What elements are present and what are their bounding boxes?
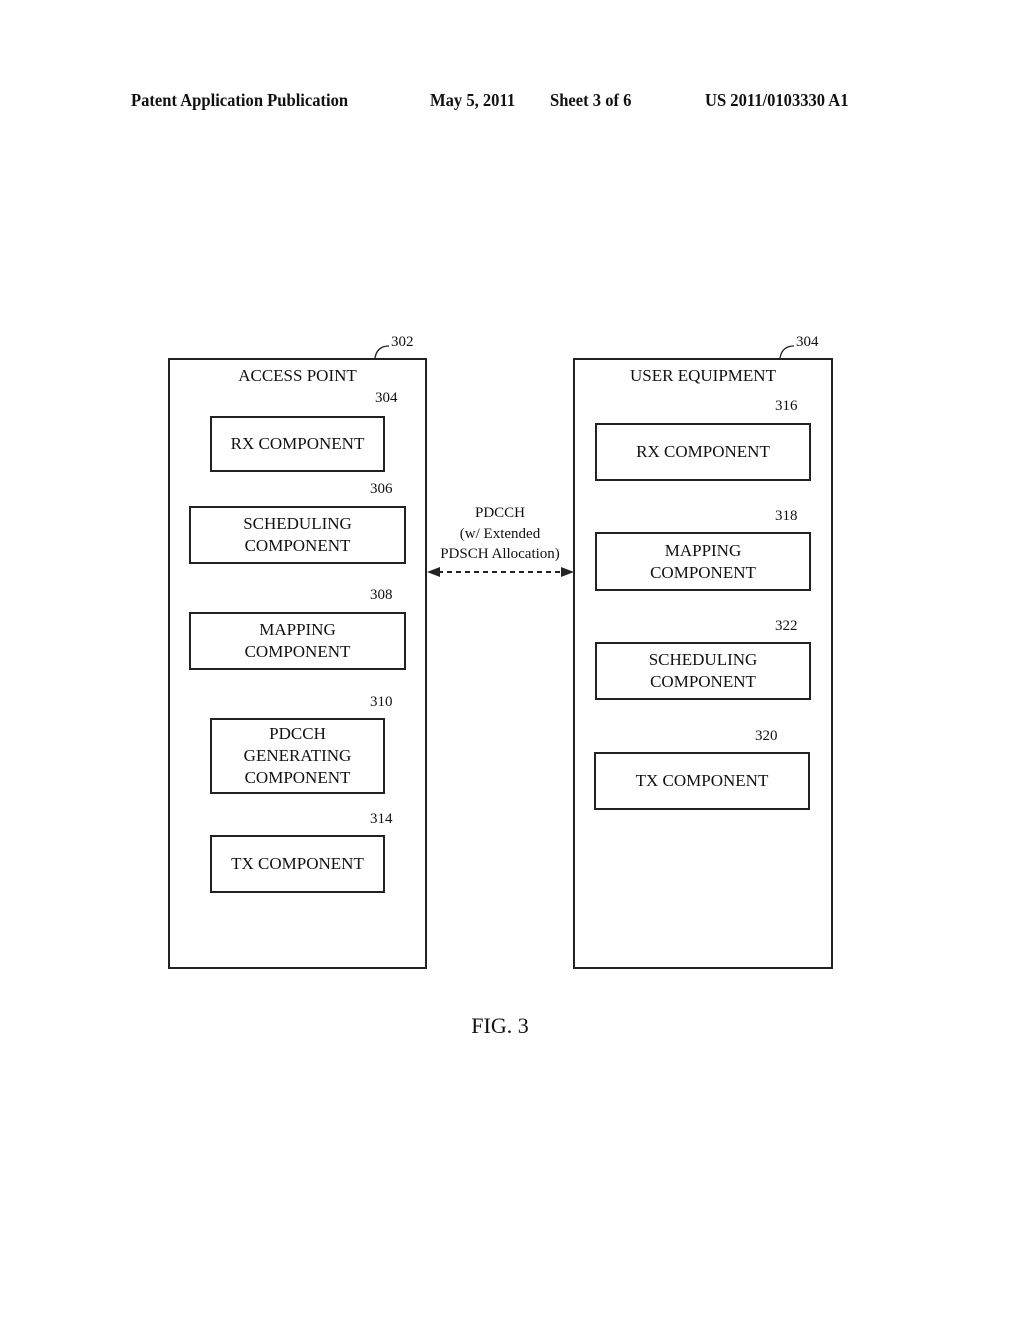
sheet-number: Sheet 3 of 6 <box>550 90 632 110</box>
patent-number: US 2011/0103330 A1 <box>705 90 849 110</box>
ue-tx-component: TX COMPONENT <box>594 752 810 810</box>
leader-304-ue <box>779 345 795 359</box>
ap-pdcch-generating-component: PDCCH GENERATING COMPONENT <box>210 718 385 794</box>
ref-ap-mapping: 308 <box>370 587 393 603</box>
user-equipment-title: USER EQUIPMENT <box>630 366 776 385</box>
leader-302 <box>374 345 390 359</box>
diagram-connectors <box>354 345 795 837</box>
publication-type: Patent Application Publication <box>131 90 349 110</box>
pdcch-link-label: PDCCH (w/ Extended PDSCH Allocation) <box>440 505 560 562</box>
ref-ap-tx: 314 <box>370 811 393 827</box>
publication-date: May 5, 2011 <box>430 90 516 110</box>
ap-tx-component: TX COMPONENT <box>210 835 385 893</box>
ref-ap-rx: 304 <box>375 390 398 406</box>
ref-ue-rx: 316 <box>775 398 798 414</box>
ap-rx-component: RX COMPONENT <box>210 416 385 472</box>
access-point-title: ACCESS POINT <box>238 366 357 385</box>
ue-scheduling-component: SCHEDULING COMPONENT <box>595 642 811 700</box>
ref-ue-mapping: 318 <box>775 508 798 524</box>
arrowhead-left <box>427 567 440 577</box>
ap-scheduling-component: SCHEDULING COMPONENT <box>189 506 406 564</box>
figure-label: FIG. 3 <box>471 1013 529 1038</box>
ref-access-point: 302 <box>391 334 414 350</box>
ref-ap-pdcch: 310 <box>370 694 393 710</box>
ref-ue-tx: 320 <box>755 728 778 744</box>
ref-ap-scheduling: 306 <box>370 481 393 497</box>
ue-mapping-component: MAPPING COMPONENT <box>595 532 811 591</box>
ref-ue-scheduling: 322 <box>775 618 798 634</box>
ap-mapping-component: MAPPING COMPONENT <box>189 612 406 670</box>
ue-rx-component: RX COMPONENT <box>595 423 811 481</box>
ref-user-equipment: 304 <box>796 334 819 350</box>
